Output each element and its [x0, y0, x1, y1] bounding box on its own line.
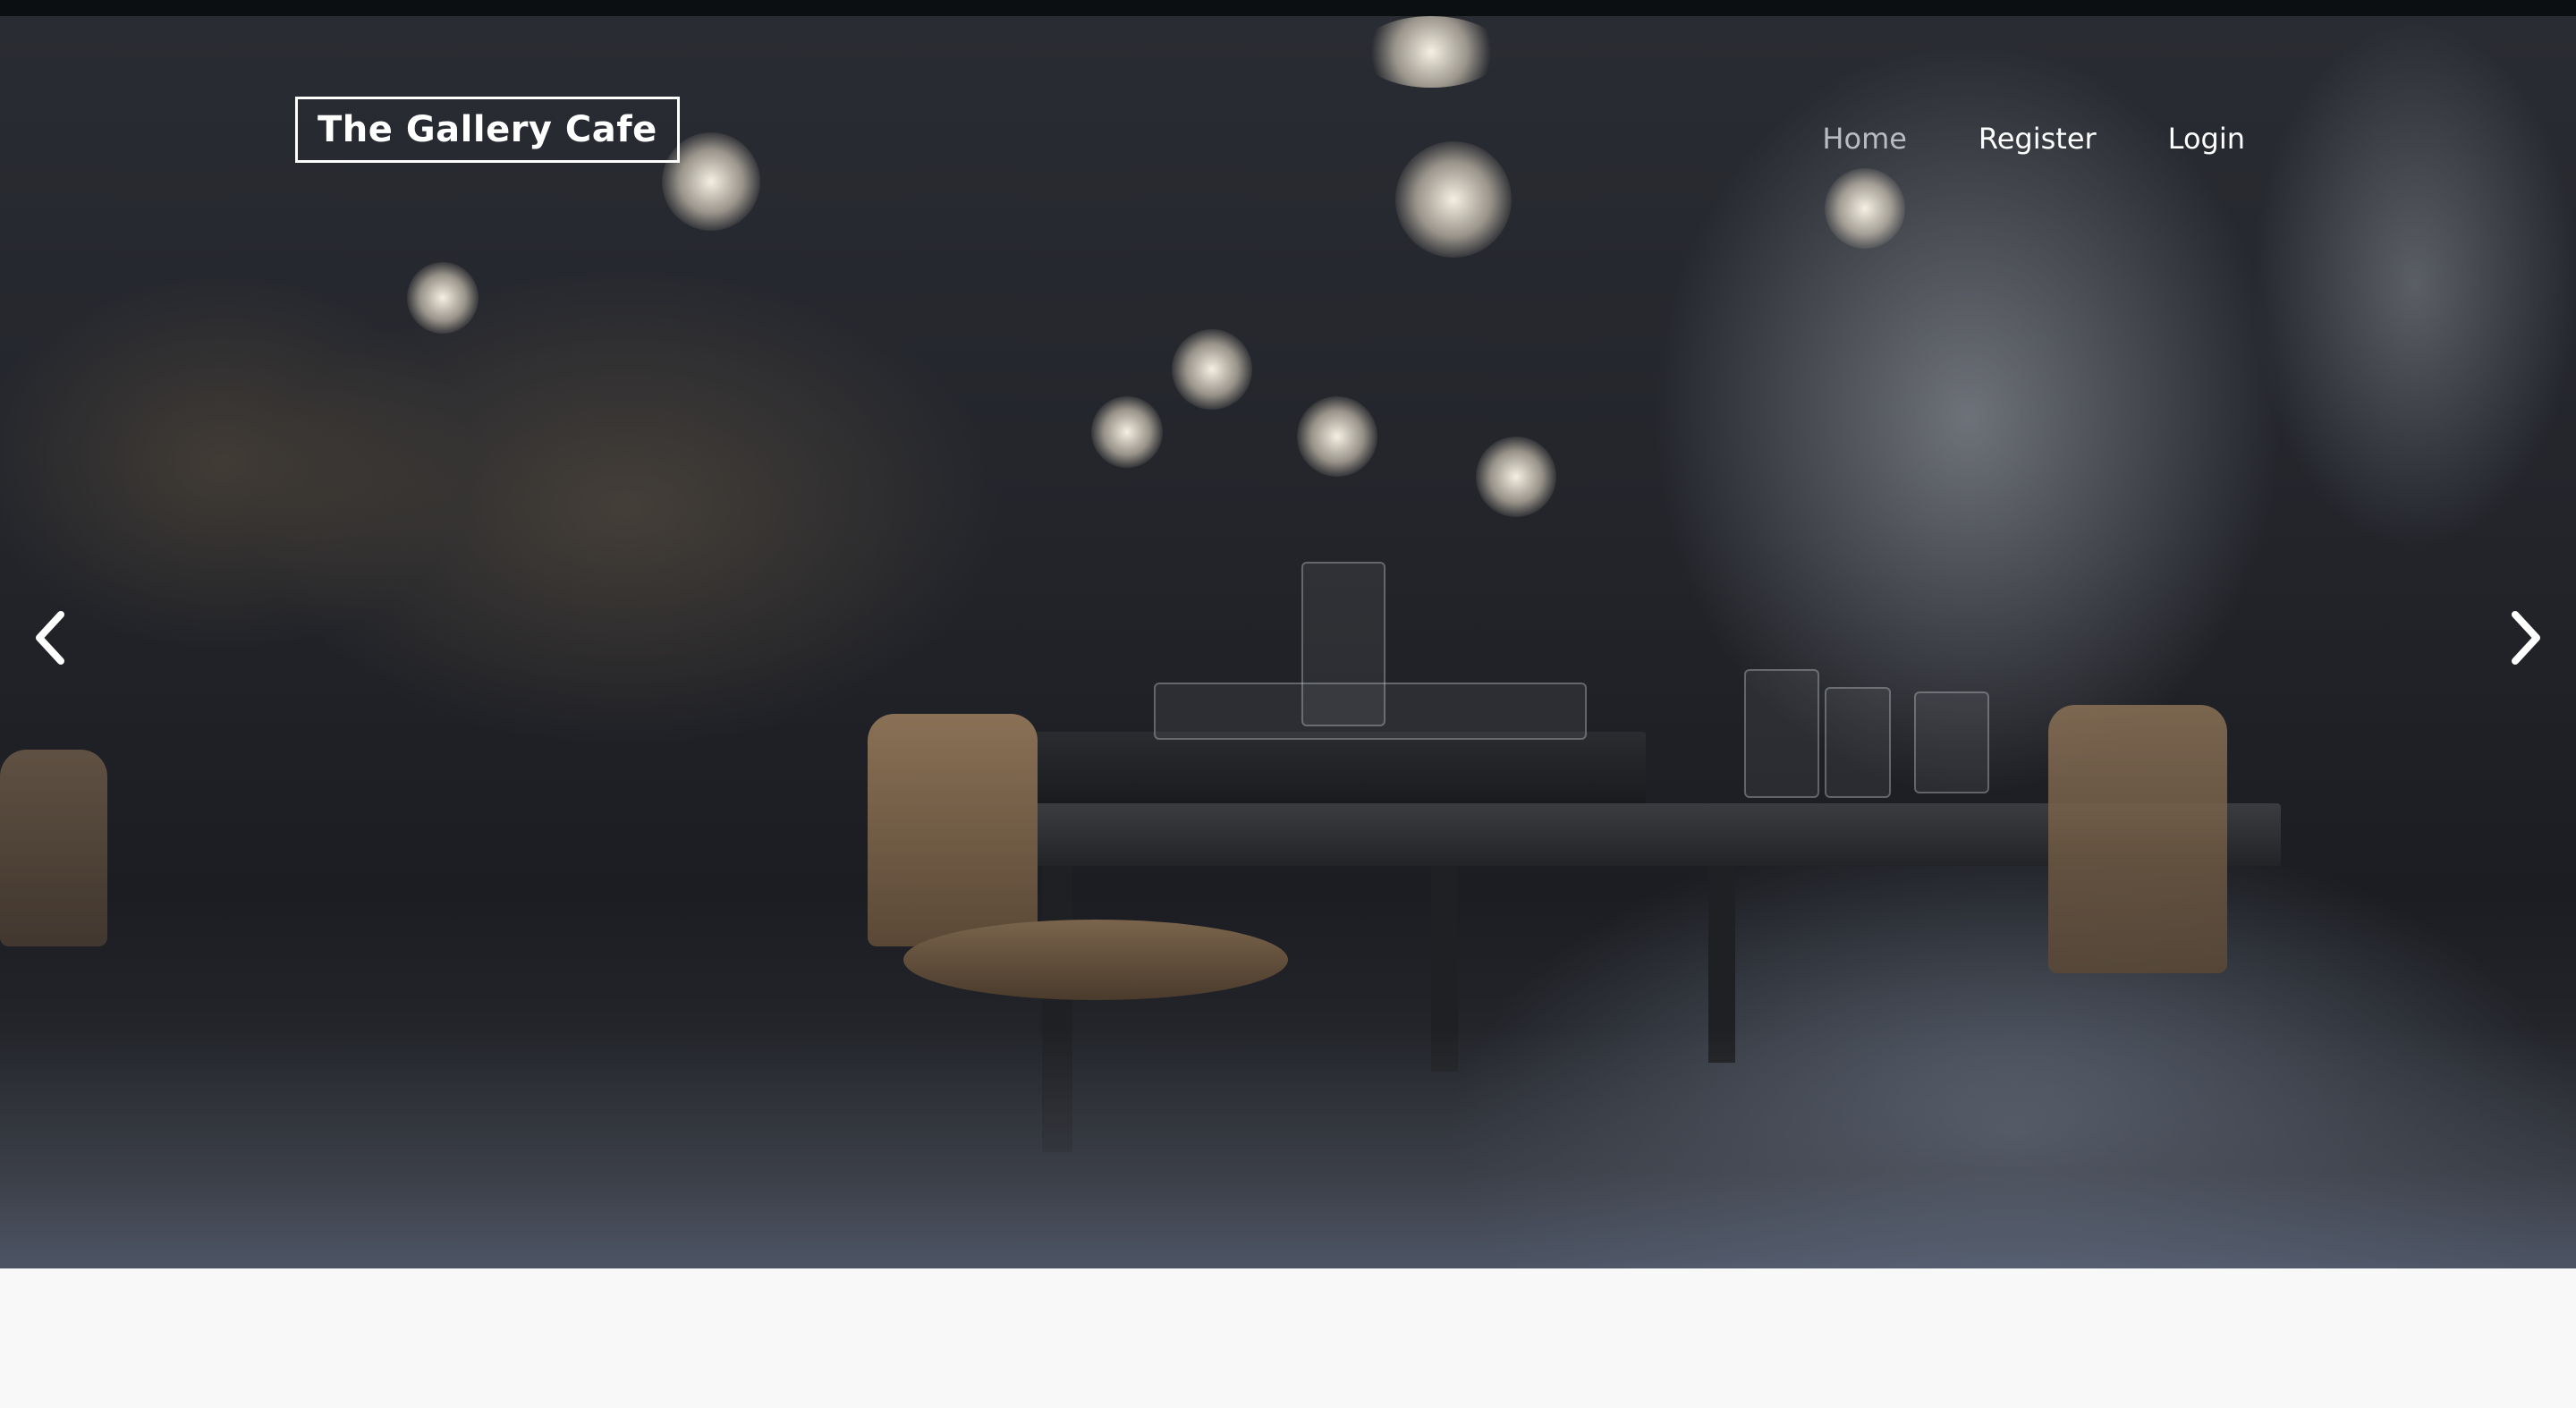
glass — [1914, 691, 1989, 793]
nav-register-link[interactable]: Register — [1979, 122, 2097, 156]
glass — [1154, 683, 1587, 740]
chevron-left-icon — [36, 611, 64, 665]
chair-seat — [903, 920, 1288, 1000]
pendant-lamp — [1091, 396, 1163, 468]
pendant-lamp — [1476, 437, 1556, 517]
pendant-lamp — [407, 262, 479, 334]
page-body — [0, 1268, 2576, 1408]
hero-carousel: The Gallery Cafe Home Register Login — [0, 16, 2576, 1268]
browser-top-strip — [0, 0, 2576, 16]
pendant-lamp — [1172, 329, 1252, 410]
chair — [2048, 705, 2227, 973]
floor — [0, 1027, 2576, 1268]
pendant-lamp — [1360, 16, 1503, 88]
carousel-next-button[interactable] — [2499, 606, 2553, 669]
nav-login-link[interactable]: Login — [2168, 122, 2245, 156]
chair — [0, 750, 107, 946]
nav-home-link[interactable]: Home — [1822, 122, 1907, 156]
carousel-prev-button[interactable] — [23, 606, 77, 669]
pendant-lamp — [1297, 396, 1377, 477]
glass — [1825, 687, 1891, 798]
pendant-lamp — [1825, 168, 1905, 249]
pendant-lamp — [1395, 141, 1512, 258]
brand-logo[interactable]: The Gallery Cafe — [295, 97, 680, 163]
chevron-right-icon — [2512, 611, 2540, 665]
serving-tray — [1029, 732, 1646, 812]
slide-image — [0, 16, 2576, 1268]
glass — [1744, 669, 1819, 798]
main-nav: Home Register Login — [1822, 122, 2245, 156]
chair — [868, 714, 1038, 946]
